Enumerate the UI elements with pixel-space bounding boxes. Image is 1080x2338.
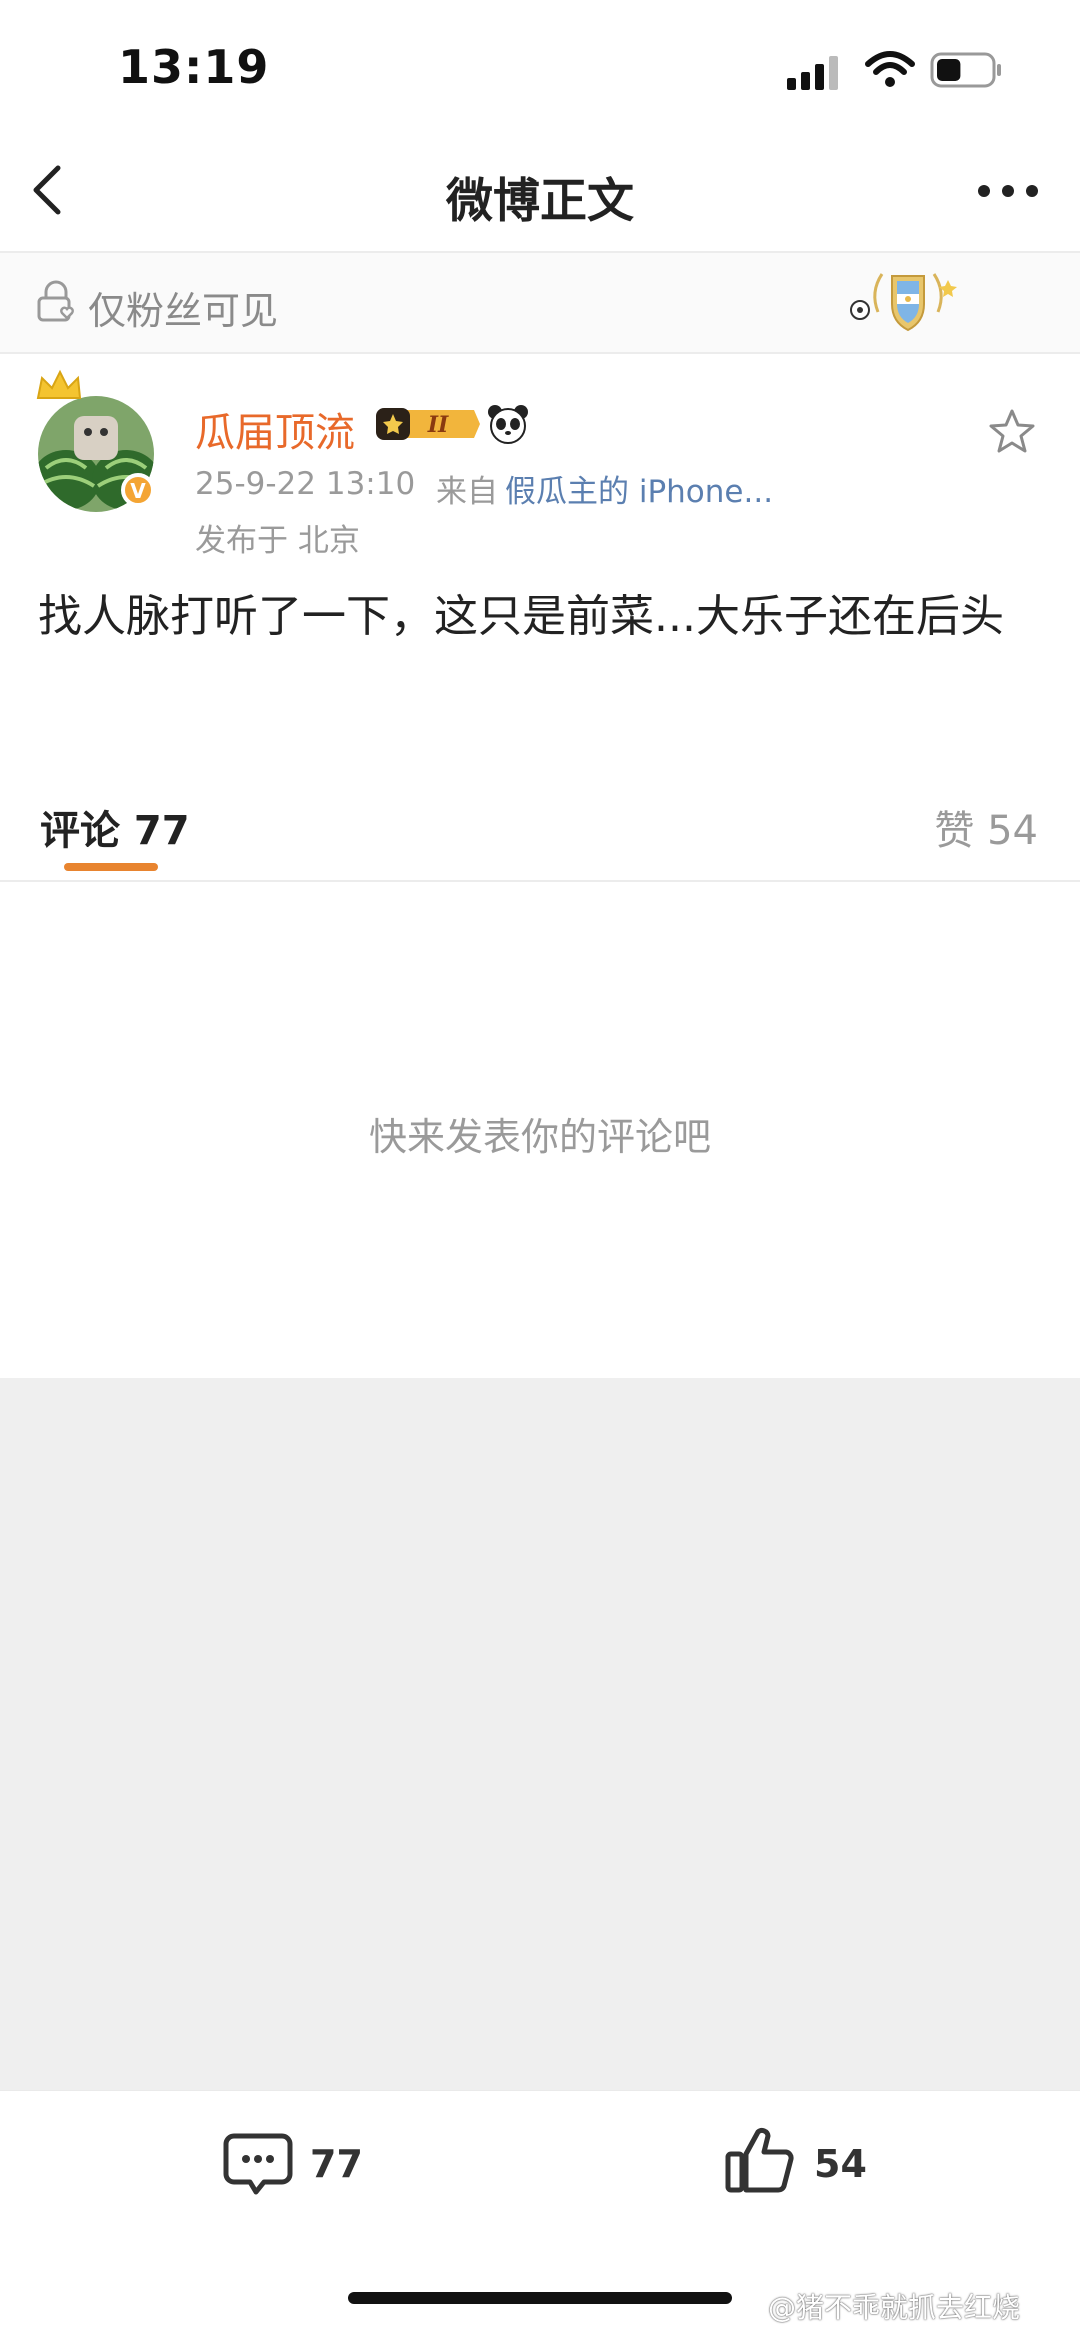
svg-text:V: V (130, 479, 146, 503)
panda-icon (488, 405, 528, 444)
watermark: @猪不乖就抓去红烧 (768, 2291, 1021, 2324)
battery-icon (930, 52, 1001, 88)
home-indicator[interactable] (348, 2292, 732, 2304)
post-content: 找人脉打听了一下，这只是前菜...大乐子还在后头 (38, 591, 1004, 642)
empty-background-area (0, 1378, 1080, 2090)
more-options-icon[interactable] (976, 180, 1040, 202)
post-source-prefix: 来自 (436, 474, 498, 510)
tab-likes[interactable]: 赞 54 (934, 798, 1038, 856)
page-title: 微博正文 (446, 174, 634, 229)
post-location: 发布于 北京 (195, 523, 360, 559)
level-badge-text: II (427, 412, 449, 438)
like-count[interactable]: 54 (814, 2142, 867, 2186)
post-source-device[interactable]: 假瓜主的 iPhone... (505, 466, 773, 511)
divider (0, 880, 1080, 882)
member-level-badge-icon: II (376, 408, 480, 440)
argentina-shield-badge-icon (850, 273, 957, 332)
empty-comments-hint: 快来发表你的评论吧 (368, 1115, 711, 1159)
wifi-icon (865, 51, 915, 87)
author-name[interactable]: 瓜届顶流 (195, 400, 355, 458)
comment-icon[interactable] (222, 2130, 294, 2198)
favorite-star-icon[interactable] (988, 408, 1036, 454)
comment-count[interactable]: 77 (310, 2142, 363, 2186)
visibility-label: 仅粉丝可见 (88, 289, 279, 333)
cellular-signal-icon (787, 56, 838, 90)
active-tab-indicator (64, 863, 158, 871)
divider (0, 352, 1080, 354)
tab-comments[interactable]: 评论 77 (40, 798, 190, 856)
thumbs-up-icon[interactable] (724, 2124, 796, 2196)
avatar[interactable]: V (32, 368, 166, 514)
fans-only-lock-icon (37, 280, 74, 322)
post-timestamp: 25-9-22 13:10 (195, 466, 416, 502)
status-time: 13:19 (118, 40, 270, 94)
